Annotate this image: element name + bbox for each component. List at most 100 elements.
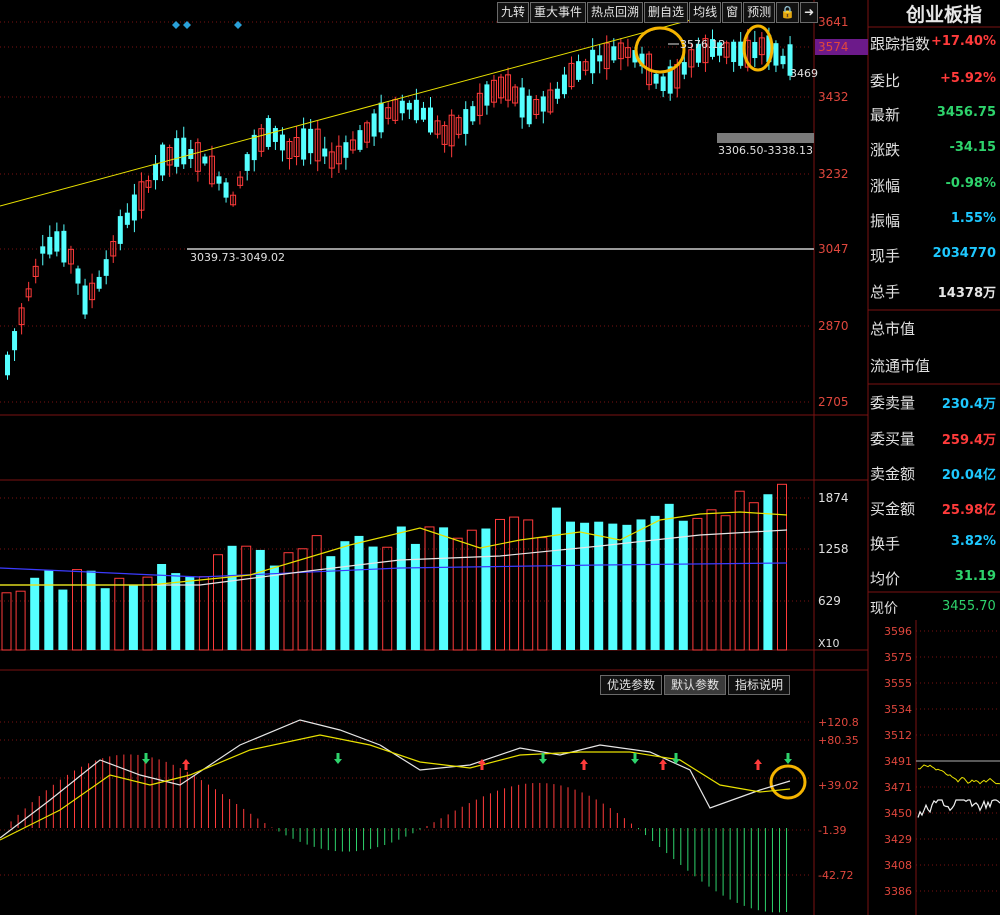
buy-signal-arrow-icon xyxy=(580,759,588,770)
highlight-circle xyxy=(634,26,686,74)
quote-value: -0.98% xyxy=(945,176,997,191)
candle-body xyxy=(301,128,307,160)
volume-bar xyxy=(58,589,68,650)
optimal-params-button[interactable]: 优选参数 xyxy=(600,675,663,695)
quote-row: 涨跌 -34.15 xyxy=(870,136,1000,162)
quote-value: 25.98亿 xyxy=(941,503,996,518)
high-annotation: 3576.12 xyxy=(680,38,726,51)
mini-price-line xyxy=(917,799,1000,818)
price-axis-label: 3232 xyxy=(818,167,849,181)
volume-chart[interactable] xyxy=(0,483,788,651)
buy-signal-arrow-icon xyxy=(754,759,762,770)
macd-dea-line xyxy=(0,734,791,841)
toolbar-button-jiuzhuan[interactable]: 九转 xyxy=(497,2,530,23)
candle-body xyxy=(773,43,779,66)
volume-bar xyxy=(30,577,40,650)
volume-bar xyxy=(396,526,406,650)
toolbar-button-moving-average[interactable]: 均线 xyxy=(689,2,722,23)
range-annotation: 3306.50-3338.13 xyxy=(718,144,813,157)
candle-body xyxy=(526,95,532,125)
candle-body xyxy=(780,55,786,65)
volume-bar xyxy=(100,588,110,650)
candle-body xyxy=(463,109,469,134)
candle-body xyxy=(752,41,758,59)
toolbar-button-hot-review[interactable]: 热点回溯 xyxy=(587,2,644,23)
toolbar-button-forecast[interactable]: 预测 xyxy=(743,2,776,23)
quote-label: 总市值 xyxy=(870,320,916,338)
candle-body xyxy=(660,76,666,92)
volume-bar xyxy=(114,577,125,651)
quote-row: 总手 14378万 xyxy=(870,278,1000,304)
price-axis-label: 3432 xyxy=(818,90,849,104)
mini-axis-label: 3471 xyxy=(884,781,912,794)
sell-signal-arrow-icon xyxy=(334,753,342,764)
quote-row: 委买量 259.4万 xyxy=(870,425,1000,451)
toolbar-button-major-events[interactable]: 重大事件 xyxy=(530,2,587,23)
quote-value: 3456.75 xyxy=(936,105,996,120)
candle-body xyxy=(308,128,314,154)
arrow-right-icon[interactable]: ➜ xyxy=(800,2,819,23)
macd-axis-label: -1.39 xyxy=(818,824,846,837)
candle-body xyxy=(576,61,582,80)
price-axis-label: 2870 xyxy=(818,319,849,333)
macd-dif-line xyxy=(0,719,791,839)
quote-row: 最新 3456.75 xyxy=(870,101,1000,127)
volume-axis-label: 1258 xyxy=(818,542,849,556)
candle-body xyxy=(322,148,328,157)
sell-signal-arrow-icon xyxy=(142,753,150,764)
toolbar-button-remove-watchlist[interactable]: 删自选 xyxy=(644,2,689,23)
chart-canvas[interactable]: 3576.12 3039.73-3049.02 3306.50-3338.13 346… xyxy=(0,0,1000,915)
indicator-help-button[interactable]: 指标说明 xyxy=(728,675,791,695)
volume-bar xyxy=(297,548,308,651)
mini-axis-label: 3555 xyxy=(884,677,912,690)
volume-axis-label: 1874 xyxy=(818,491,849,505)
event-marker-icon[interactable] xyxy=(172,21,180,29)
price-axis-label: 3574 xyxy=(818,40,849,54)
volume-bar xyxy=(241,545,252,651)
candle-body xyxy=(611,46,617,61)
volume-bar xyxy=(678,520,688,650)
sell-signal-arrow-icon xyxy=(539,753,547,764)
candle-body xyxy=(181,137,187,165)
quote-label: 委买量 xyxy=(870,430,916,448)
mini-axis-label: 3386 xyxy=(884,885,912,898)
quote-row: 委卖量 230.4万 xyxy=(870,389,1000,415)
candlestick-chart[interactable] xyxy=(5,27,793,380)
volume-bar xyxy=(551,507,561,650)
volume-bar xyxy=(255,549,265,650)
volume-bar xyxy=(720,515,731,651)
index-title: 创业板指 xyxy=(906,4,983,26)
candle-body xyxy=(124,212,130,225)
candle-body xyxy=(554,88,560,99)
candle-body xyxy=(343,142,349,158)
volume-bar xyxy=(580,522,590,650)
default-params-button[interactable]: 默认参数 xyxy=(664,675,727,695)
candle-body xyxy=(413,99,419,121)
quote-row: 委比 +5.92% xyxy=(870,67,1000,93)
volume-bar xyxy=(763,494,773,650)
quote-row: 流通市值 xyxy=(870,352,1000,378)
quote-row: 总市值 xyxy=(870,315,1000,341)
candle-body xyxy=(202,156,208,164)
quote-label: 现手 xyxy=(870,247,901,265)
candle-body xyxy=(5,354,10,376)
candle-body xyxy=(174,138,180,167)
mini-axis-label: 3596 xyxy=(884,625,912,638)
sell-signal-arrow-icon xyxy=(784,753,792,764)
quote-row: 跟踪指数 +17.40% xyxy=(870,30,1000,56)
mini-axis-label: 3450 xyxy=(884,807,912,820)
price-axis-label: 2705 xyxy=(818,395,849,409)
candle-body xyxy=(131,194,137,221)
volume-bar xyxy=(269,565,279,650)
candle-body xyxy=(265,118,271,147)
quote-value: -34.15 xyxy=(949,140,996,155)
candle-body xyxy=(519,87,525,118)
price-axis-label: 3047 xyxy=(818,242,849,256)
mini-axis-label: 3534 xyxy=(884,703,912,716)
volume-bar xyxy=(185,576,195,650)
lock-icon[interactable]: 🔒 xyxy=(776,2,800,23)
candle-body xyxy=(216,176,222,184)
macd-chart[interactable] xyxy=(0,719,792,913)
toolbar-button-window[interactable]: 窗 xyxy=(722,2,743,23)
quote-label: 换手 xyxy=(870,535,901,553)
